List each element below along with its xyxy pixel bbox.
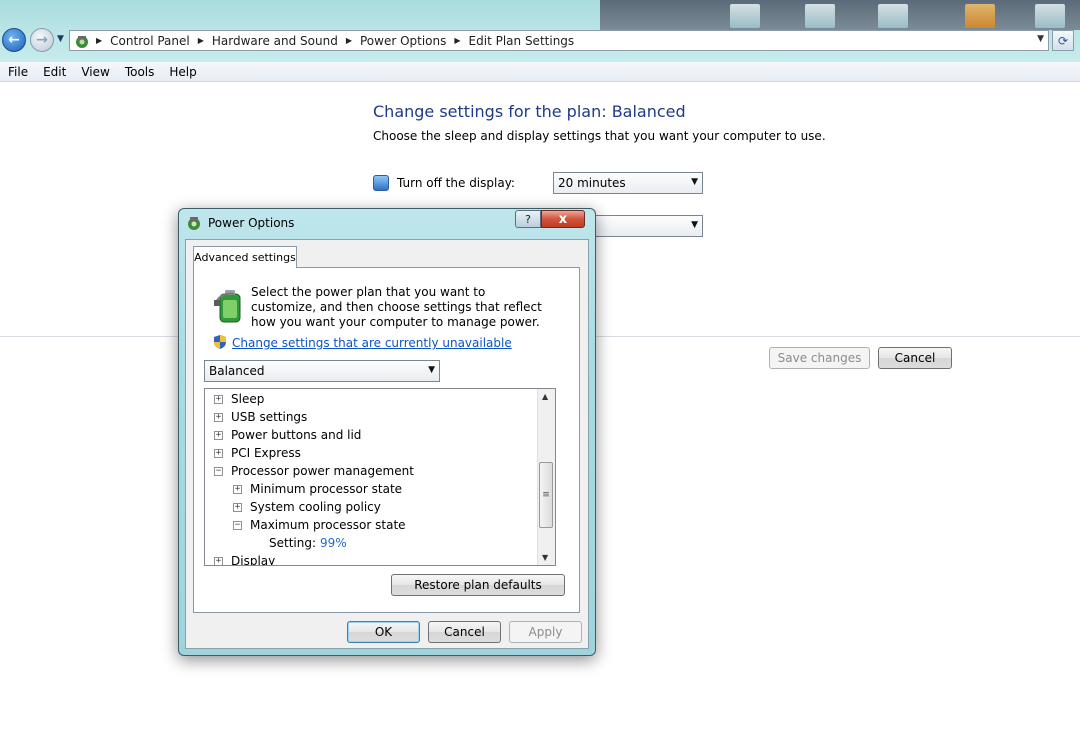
dialog-body: Advanced settings Select the power plan … [185,239,589,649]
ok-button[interactable]: OK [347,621,420,643]
expand-icon[interactable]: + [214,394,223,404]
refresh-button[interactable]: ⟳ [1052,30,1074,51]
tree-item-pci-express[interactable]: + PCI Express [214,444,301,462]
scrollbar-thumb[interactable]: ≡ [539,462,553,528]
chevron-down-icon: ▼ [428,365,435,375]
tree-item-sleep[interactable]: + Sleep [214,390,264,408]
scroll-up-icon[interactable]: ▲ [542,392,548,401]
menu-view[interactable]: View [73,65,116,79]
tree-item-label: USB settings [231,410,308,424]
address-bar[interactable]: ▶ Control Panel ▶ Hardware and Sound ▶ P… [69,30,1049,51]
plan-select-value: Balanced [209,364,265,378]
chevron-right-icon: ▶ [96,36,103,45]
window-titlebar: ← → ▼ ▶ Control Panel ▶ Hardware and Sou… [0,0,1080,62]
power-options-icon [188,217,200,230]
breadcrumb-edit-plan-settings[interactable]: Edit Plan Settings [469,34,575,48]
collapse-icon[interactable]: − [233,520,242,530]
tree-item-processor-power-management[interactable]: − Processor power management [214,462,414,480]
page-title: Change settings for the plan: Balanced [373,102,686,121]
tree-scrollbar[interactable]: ▲ ≡ ▼ [537,389,555,565]
tree-item-display[interactable]: + Display [214,552,276,566]
scroll-down-icon[interactable]: ▼ [542,553,548,562]
arrow-right-icon: → [36,32,48,48]
tree-item-label: System cooling policy [250,500,381,514]
forward-button[interactable]: → [30,28,54,52]
setting-label: Setting: [269,536,317,550]
tree-item-label: Minimum processor state [250,482,403,496]
close-button[interactable]: x [541,210,585,228]
back-button[interactable]: ← [2,28,26,52]
restore-plan-defaults-button[interactable]: Restore plan defaults [391,574,565,596]
tree-item-power-buttons-and-lid[interactable]: + Power buttons and lid [214,426,361,444]
tab-advanced-settings[interactable]: Advanced settings [193,246,297,268]
tree-item-label: Maximum processor state [250,518,406,532]
display-setting-label: Turn off the display: [397,176,515,190]
tree-item-label: Display [231,554,276,566]
save-changes-button[interactable]: Save changes [769,347,870,369]
breadcrumb-control-panel[interactable]: Control Panel [110,34,190,48]
expand-icon[interactable]: + [214,556,223,565]
breadcrumb-hardware-and-sound[interactable]: Hardware and Sound [212,34,338,48]
menu-tools[interactable]: Tools [117,65,162,79]
expand-icon[interactable]: + [233,484,242,494]
tree-item-maximum-processor-state[interactable]: − Maximum processor state [233,516,406,534]
page-subtitle: Choose the sleep and display settings th… [373,129,826,143]
dialog-title: Power Options [208,216,295,230]
cancel-button[interactable]: Cancel [878,347,952,369]
expand-icon[interactable]: + [233,502,242,512]
battery-plan-icon [214,290,241,323]
chevron-right-icon[interactable]: ▶ [346,36,352,45]
tree-item-label: PCI Express [231,446,301,460]
menu-help[interactable]: Help [161,65,203,79]
desktop-icon [730,4,760,28]
collapse-icon[interactable]: − [214,466,223,476]
expand-icon[interactable]: + [214,412,223,422]
dialog-cancel-button[interactable]: Cancel [428,621,501,643]
close-icon: x [558,211,568,227]
display-setting-row: Turn off the display: [373,175,515,191]
change-unavailable-settings-link[interactable]: Change settings that are currently unava… [232,336,512,350]
tree-item-usb-settings[interactable]: + USB settings [214,408,307,426]
advanced-settings-panel: Select the power plan that you want to c… [193,267,580,613]
menu-file[interactable]: File [0,65,35,79]
menu-edit[interactable]: Edit [35,65,73,79]
help-icon: ? [525,212,531,226]
desktop-icon [805,4,835,28]
breadcrumb-power-options[interactable]: Power Options [360,34,446,48]
intro-text: Select the power plan that you want to c… [251,285,542,329]
chevron-down-icon: ▼ [691,177,698,187]
expand-icon[interactable]: + [214,430,223,440]
display-timeout-select[interactable]: 20 minutes ▼ [553,172,703,194]
monitor-clock-icon [373,175,389,191]
help-button[interactable]: ? [515,210,541,228]
arrow-left-icon: ← [8,32,20,48]
chevron-right-icon[interactable]: ▶ [198,36,204,45]
desktop-background [600,0,1080,30]
tree-item-label: Power buttons and lid [231,428,362,442]
tree-item-minimum-processor-state[interactable]: + Minimum processor state [233,480,402,498]
refresh-icon: ⟳ [1057,33,1069,48]
desktop-icon [878,4,908,28]
tree-item-label: Processor power management [231,464,414,478]
plan-select[interactable]: Balanced ▼ [204,360,440,382]
power-options-dialog: Power Options ? x Advanced settings Sele… [178,208,596,656]
control-panel-icon [76,35,88,48]
setting-value-link[interactable]: 99% [320,536,347,550]
expand-icon[interactable]: + [214,448,223,458]
address-dropdown-icon[interactable]: ▼ [1037,34,1044,44]
chevron-right-icon[interactable]: ▶ [454,36,460,45]
tree-item-system-cooling-policy[interactable]: + System cooling policy [233,498,381,516]
tree-item-label: Sleep [231,392,265,406]
tree-setting-row: Setting: 99% [269,534,347,552]
settings-tree[interactable]: + Sleep + USB settings + Power buttons a… [204,388,556,566]
vlc-cone-icon [965,4,995,28]
menu-bar: File Edit View Tools Help [0,62,1080,82]
apply-button[interactable]: Apply [509,621,582,643]
display-timeout-value: 20 minutes [558,176,626,190]
desktop-icon [1035,4,1065,28]
chevron-down-icon: ▼ [691,220,698,230]
uac-shield-icon [214,335,226,349]
recent-pages-dropdown[interactable]: ▼ [57,34,64,44]
